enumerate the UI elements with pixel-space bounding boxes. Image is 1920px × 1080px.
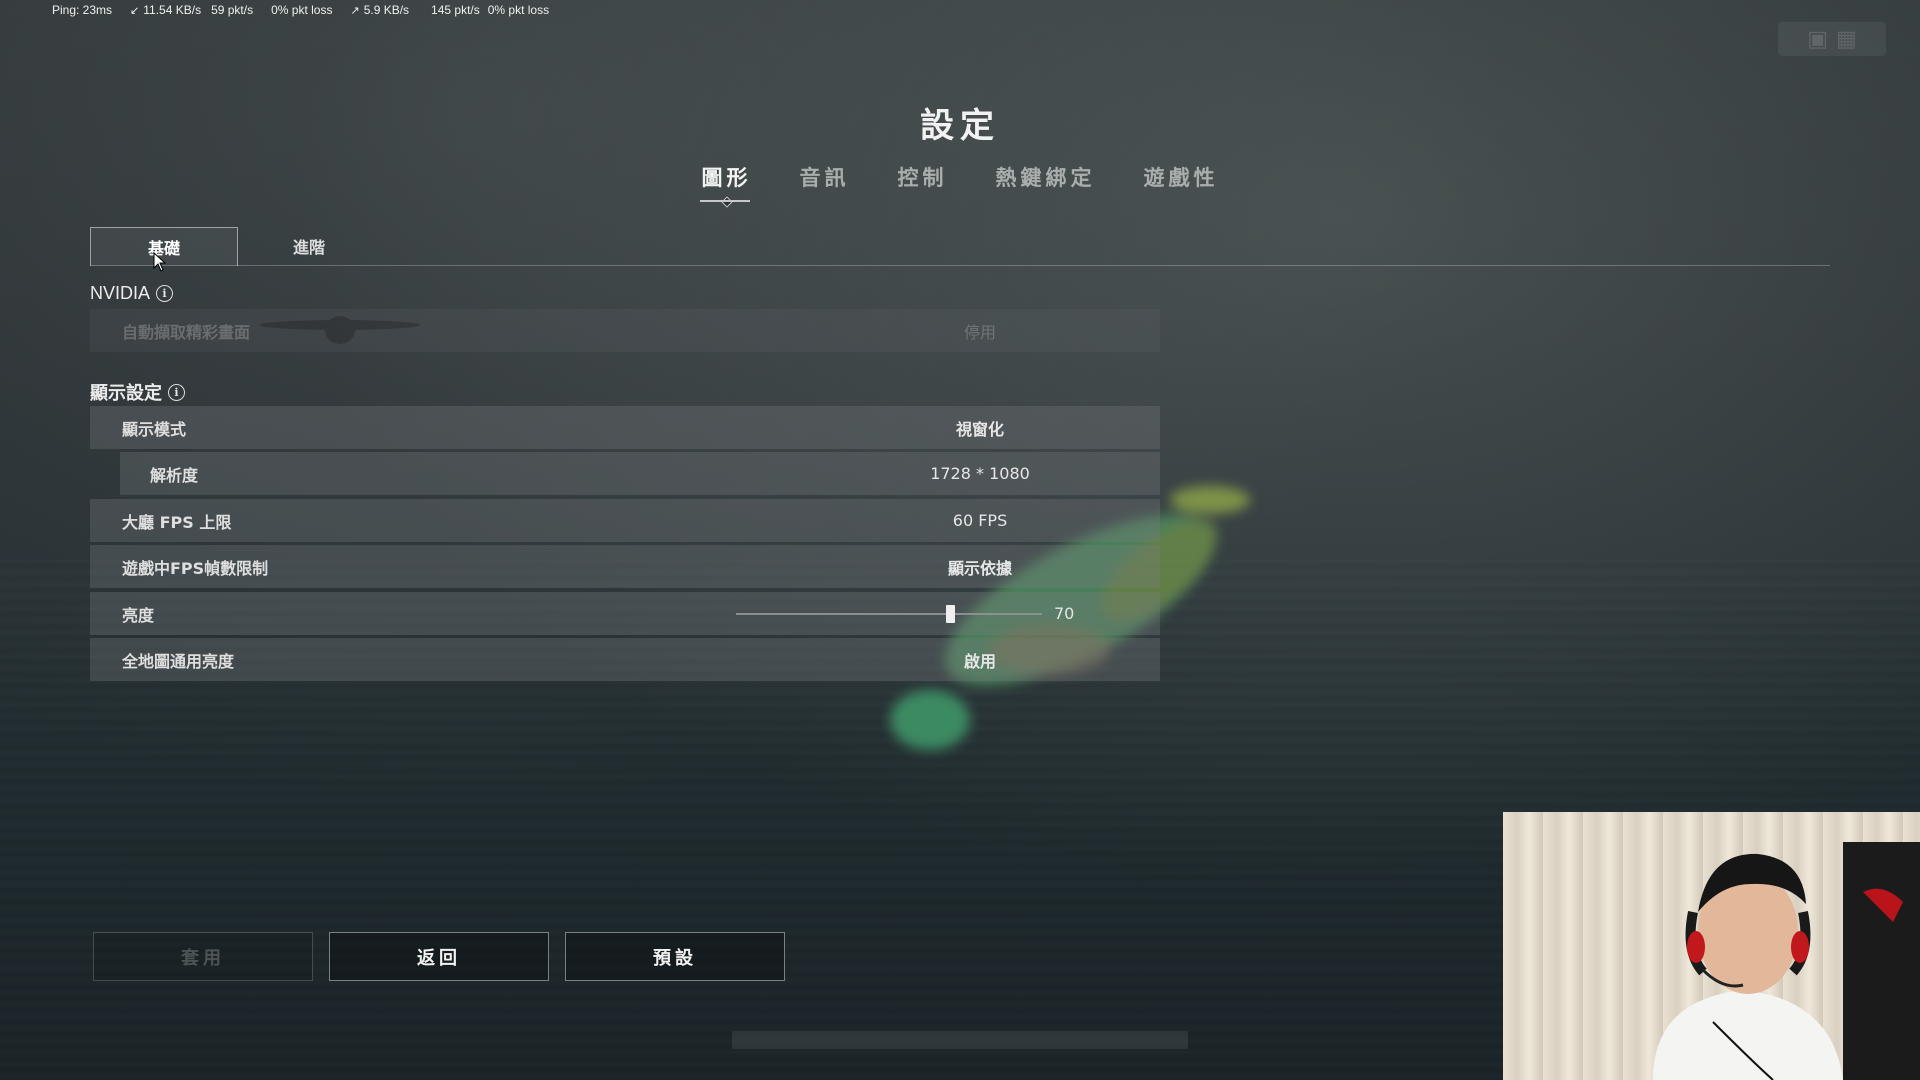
upload-arrow-icon: ↗ — [350, 4, 360, 17]
setting-row-lobby-fps-cap[interactable]: 大廳 FPS 上限 60 FPS — [90, 499, 1160, 542]
horizontal-scrollbar[interactable] — [732, 1031, 1188, 1049]
setting-label: 自動擷取精彩畫面 — [122, 322, 251, 342]
setting-label: 全地圖通用亮度 — [122, 651, 235, 671]
apply-button[interactable]: 套用 — [93, 932, 313, 981]
upload-loss: 0% pkt loss — [487, 3, 550, 17]
faded-badge-icon-2: ▦ — [1836, 26, 1857, 52]
info-icon[interactable]: i — [168, 383, 185, 401]
back-button[interactable]: 返回 — [329, 932, 549, 981]
setting-value: 60 FPS — [952, 511, 1008, 530]
default-button[interactable]: 預設 — [565, 932, 785, 981]
download-pkts: 59 pkt/s — [211, 3, 254, 17]
setting-value: 1728 * 1080 — [930, 464, 1030, 483]
setting-label: 亮度 — [122, 605, 155, 625]
setting-label: 顯示模式 — [122, 419, 187, 439]
nvidia-section-heading: NVIDIA i — [90, 283, 174, 304]
brightness-value: 70 — [1054, 604, 1075, 623]
download-arrow-icon: ↙ — [130, 4, 140, 17]
setting-row-brightness: 亮度 70 — [90, 592, 1160, 635]
sub-tab-bar: 基礎 進階 — [90, 227, 1830, 266]
webcam-overlay — [1503, 812, 1920, 1080]
main-tab-bar: 圖形 音訊 控制 熱鍵綁定 遊戲性 — [0, 162, 1920, 202]
download-rate: 11.54 KB/s — [143, 3, 202, 17]
setting-label: 大廳 FPS 上限 — [122, 512, 232, 532]
brightness-slider-track[interactable] — [736, 613, 1042, 615]
tab-gameplay[interactable]: 遊戲性 — [1120, 162, 1243, 192]
setting-value: 顯示依據 — [947, 558, 1012, 578]
setting-row-resolution[interactable]: 解析度 1728 * 1080 — [120, 452, 1160, 495]
mouse-cursor-icon — [153, 252, 167, 272]
display-section-heading: 顯示設定 i — [90, 379, 185, 405]
display-heading-text: 顯示設定 — [90, 383, 162, 404]
tab-graphics[interactable]: 圖形 — [678, 162, 776, 202]
subtab-advanced[interactable]: 進階 — [236, 227, 382, 265]
tab-controls[interactable]: 控制 — [874, 162, 972, 192]
upload-pkts: 145 pkt/s — [431, 3, 480, 17]
setting-row-display-mode[interactable]: 顯示模式 視窗化 — [90, 406, 1160, 449]
setting-row-ingame-fps-limit[interactable]: 遊戲中FPS幀數限制 顯示依據 — [90, 545, 1160, 588]
faded-badge-icon: ▣ — [1807, 26, 1828, 52]
setting-value: 啟用 — [963, 651, 996, 671]
streamer-figure — [1653, 842, 1920, 1080]
page-title: 設定 — [920, 106, 1000, 146]
upload-stats: ↗ 5.9 KB/s 145 pkt/s 0% pkt loss — [350, 3, 549, 17]
ping-text: Ping: 23ms — [52, 3, 113, 17]
brightness-slider-handle[interactable] — [946, 605, 956, 623]
faded-corner-badge: ▣ ▦ — [1778, 22, 1886, 56]
info-icon[interactable]: i — [156, 285, 174, 302]
setting-row-auto-highlights: 自動擷取精彩畫面 停用 — [90, 309, 1160, 352]
download-stats: ↙ 11.54 KB/s 59 pkt/s 0% pkt loss — [130, 3, 332, 17]
download-loss: 0% pkt loss — [271, 3, 333, 17]
network-stats: Ping: 23ms ↙ 11.54 KB/s 59 pkt/s 0% pkt … — [52, 3, 549, 17]
setting-value: 視窗化 — [955, 419, 1004, 439]
nvidia-heading-text: NVIDIA — [90, 283, 151, 303]
setting-value: 停用 — [963, 322, 996, 342]
tab-keybindings[interactable]: 熱鍵綁定 — [972, 162, 1120, 192]
setting-row-global-brightness[interactable]: 全地圖通用亮度 啟用 — [90, 638, 1160, 681]
setting-label: 解析度 — [150, 465, 199, 485]
tab-audio[interactable]: 音訊 — [776, 162, 874, 192]
setting-label: 遊戲中FPS幀數限制 — [122, 558, 269, 578]
upload-rate: 5.9 KB/s — [363, 3, 410, 17]
